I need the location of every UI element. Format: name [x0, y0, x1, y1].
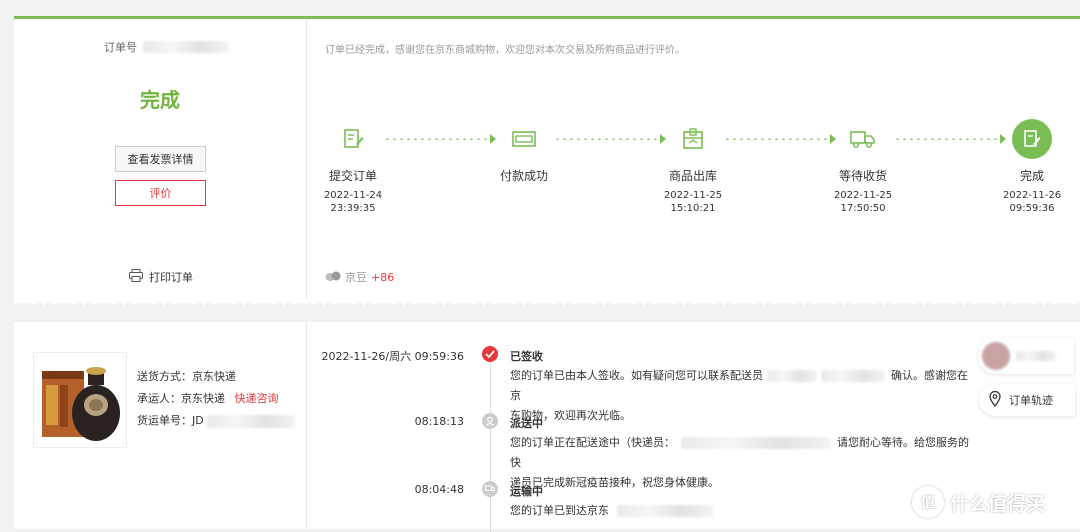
step-awaiting-receipt: 等待收货 2022-11-25 17:50:50	[818, 119, 908, 215]
courier-inquiry-link[interactable]: 快递咨询	[235, 392, 279, 405]
courier-name-redacted	[767, 370, 817, 382]
printer-icon	[129, 269, 143, 285]
courier-avatar-bubble[interactable]	[978, 338, 1074, 374]
delivery-truck-icon	[843, 119, 883, 159]
zigzag-edge	[14, 300, 1080, 308]
timeline-rail	[490, 362, 491, 532]
step-submit-order: 提交订单 2022-11-24 23:39:35	[308, 119, 398, 215]
order-status-title: 完成	[140, 88, 180, 112]
step-payment: 付款成功	[479, 119, 569, 184]
order-number-redacted	[143, 41, 229, 53]
view-invoice-button[interactable]: 查看发票详情	[115, 146, 206, 172]
tracking-body-part: 您的订单已到达京东	[510, 504, 609, 517]
submit-order-icon	[333, 119, 373, 159]
product-thumbnail[interactable]	[33, 352, 127, 448]
step-label: 付款成功	[499, 169, 548, 183]
order-number-label: 订单号	[104, 41, 137, 54]
watermark-logo-icon: 值	[912, 486, 944, 518]
beans-amount: +86	[371, 270, 395, 284]
avatar	[982, 342, 1010, 370]
tracking-body-part: 您的订单已由本人签收。如有疑问您可以联系配送员	[510, 369, 763, 382]
step-complete: 完成 2022-11-26 09:59:36	[987, 119, 1077, 215]
beans-label: 京豆	[345, 271, 367, 284]
transit-icon	[482, 481, 498, 497]
step-outbound: 商品出库 2022-11-25 15:10:21	[648, 119, 738, 215]
thanks-message: 订单已经完成，感谢您在京东商城购物，欢迎您对本次交易及所购商品进行评价。	[325, 45, 685, 56]
shipment-info: 送货方式：京东快递 承运人：京东快递 快递咨询 货运单号：JD	[137, 366, 296, 432]
step-time: 23:39:35	[330, 203, 376, 214]
tracking-title: 运输中	[510, 485, 543, 498]
step-datetime: 2022-11-24 23:39:35	[308, 189, 398, 215]
print-order-link[interactable]: 打印订单	[129, 269, 193, 285]
tracking-body-part: 您的订单正在配送途中（快递员：	[510, 436, 675, 449]
carrier-row: 承运人：京东快递 快递咨询	[137, 388, 295, 410]
step-date: 2022-11-25	[833, 190, 893, 201]
step-date: 2022-11-25	[663, 190, 723, 201]
location-pin-icon	[989, 390, 1001, 410]
order-progress-panel: 订单已经完成，感谢您在京东商城购物，欢迎您对本次交易及所购商品进行评价。 提交订…	[307, 19, 1080, 303]
step-label: 等待收货	[838, 169, 887, 183]
step-datetime: 2022-11-25 15:10:21	[648, 189, 738, 215]
tracking-title: 派送中	[510, 417, 543, 430]
order-track-button[interactable]: 订单轨迹	[979, 384, 1075, 416]
tracking-body: 您的订单已到达京东	[510, 501, 978, 521]
beans-icon	[325, 270, 341, 285]
waybill-row: 货运单号：JD	[137, 410, 296, 432]
tracking-body: 您的订单已由本人签收。如有疑问您可以联系配送员 确认。感谢您在京 东购物，欢迎再次…	[510, 366, 978, 426]
step-label: 商品出库	[668, 169, 717, 183]
waybill-number-redacted	[207, 414, 296, 428]
step-datetime: 2022-11-25 17:50:50	[818, 189, 908, 215]
jd-beans-reward: 京豆 +86	[325, 269, 394, 285]
print-order-label: 打印订单	[149, 271, 193, 284]
carrier-label: 承运人：京东快递	[137, 392, 225, 405]
tracking-title: 已签收	[510, 350, 543, 363]
order-track-label: 订单轨迹	[1009, 394, 1053, 407]
complete-check-icon	[1012, 119, 1052, 159]
waybill-label: 货运单号：JD	[137, 414, 204, 427]
location-redacted	[617, 505, 713, 517]
tracking-time: 08:04:48	[414, 483, 464, 496]
order-status-card: 订单号 完成 查看发票详情 评价 打印订单 订单已经完成，感谢您在京东商城购物，…	[14, 19, 1080, 303]
tracking-time: 2022-11-26/周六 09:59:36	[321, 350, 464, 363]
order-summary-panel: 订单号 完成 查看发票详情 评价 打印订单	[14, 19, 306, 303]
step-date: 2022-11-26	[1002, 190, 1062, 201]
step-label: 完成	[1019, 169, 1044, 183]
payment-card-icon	[504, 119, 544, 159]
tracking-body: 您的订单正在配送途中（快递员： 请您耐心等待。给您服务的快 递员已完成新冠疫苗接种…	[510, 433, 978, 493]
step-time: 09:59:36	[1009, 203, 1055, 214]
step-label: 提交订单	[328, 169, 377, 183]
courier-icon	[482, 413, 498, 429]
step-date: 2022-11-24	[323, 190, 383, 201]
step-datetime: 2022-11-26 09:59:36	[987, 189, 1077, 215]
step-time: 17:50:50	[840, 203, 886, 214]
delivery-method: 送货方式：京东快递	[137, 370, 236, 383]
courier-phone-redacted	[821, 370, 885, 382]
site-watermark: 值 什么值得买	[912, 486, 1045, 518]
step-time: 15:10:21	[670, 203, 716, 214]
courier-contact-redacted	[681, 437, 831, 449]
signed-check-icon	[482, 346, 498, 362]
review-button[interactable]: 评价	[115, 180, 206, 206]
tracking-time: 08:18:13	[414, 415, 464, 428]
top-strip	[0, 0, 1080, 16]
order-number-row: 订单号	[104, 39, 229, 55]
watermark-text: 什么值得买	[950, 492, 1046, 515]
warehouse-box-icon	[673, 119, 713, 159]
progress-steps: 提交订单 2022-11-24 23:39:35 付款成功 商品出库 2022-…	[307, 119, 1080, 229]
courier-name-redacted	[1016, 351, 1056, 361]
